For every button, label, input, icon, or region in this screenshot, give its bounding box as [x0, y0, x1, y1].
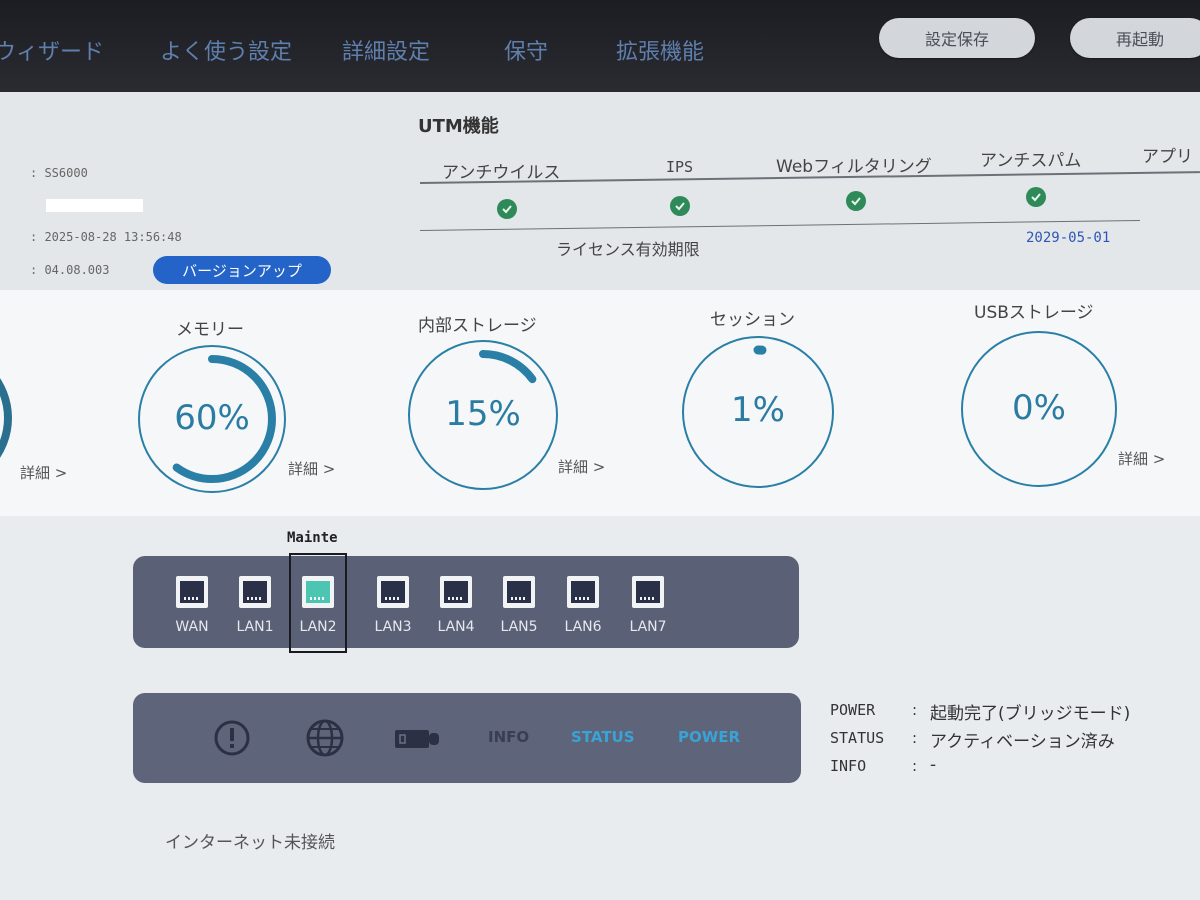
port-lan2[interactable] — [300, 576, 336, 608]
usb-icon — [395, 730, 439, 748]
check-icon — [846, 191, 866, 211]
port-label-wan: WAN — [175, 619, 209, 635]
status-led-info: INFO — [488, 728, 530, 746]
utm-col-app: アプリ — [1142, 147, 1193, 167]
gauge-label-session: セッション — [710, 310, 795, 330]
port-lan6[interactable] — [565, 576, 601, 608]
port-label-lan6: LAN6 — [564, 619, 602, 635]
status-value-power: 起動完了(ブリッジモード) — [930, 704, 1131, 724]
check-icon — [497, 199, 517, 219]
status-led-power: POWER — [678, 728, 741, 746]
gauge-value-usb-storage: 0% — [1012, 388, 1066, 428]
detail-link-internal-storage[interactable]: 詳細 > — [558, 456, 605, 477]
redacted-field — [46, 199, 143, 212]
status-led-status: STATUS — [571, 728, 635, 746]
nav-advanced-settings[interactable]: 詳細設定 — [342, 34, 430, 66]
check-icon — [1026, 187, 1046, 207]
globe-icon — [306, 719, 344, 757]
port-label-lan4: LAN4 — [437, 619, 475, 635]
nav-wizard[interactable]: ウィザード — [0, 34, 104, 66]
port-lan3[interactable] — [375, 576, 411, 608]
nav-extensions[interactable]: 拡張機能 — [616, 34, 704, 66]
detail-link-memory[interactable]: 詳細 > — [288, 458, 335, 479]
license-expiry-date: 2029-05-01 — [1026, 230, 1111, 246]
gauge-value-session: 1% — [731, 390, 785, 430]
ethernet-port-icon — [632, 576, 664, 608]
status-key-info: INFO — [830, 757, 867, 775]
ethernet-port-icon — [239, 576, 271, 608]
port-lan5[interactable] — [501, 576, 537, 608]
reboot-button[interactable]: 再起動 — [1070, 18, 1200, 58]
license-expiry-label: ライセンス有効期限 — [556, 240, 700, 259]
detail-link-usb-storage[interactable]: 詳細 > — [1118, 448, 1165, 469]
nav-maintenance[interactable]: 保守 — [504, 34, 548, 66]
status-value-status: アクティベーション済み — [930, 732, 1115, 752]
gauge-label-usb-storage: USBストレージ — [974, 303, 1094, 323]
gauge-offscreen-left — [0, 378, 12, 458]
utm-col-web-filtering: Webフィルタリング — [776, 157, 932, 177]
top-navigation-bar: ウィザード よく使う設定 詳細設定 保守 拡張機能 設定保存 再起動 — [0, 0, 1200, 92]
utm-col-ips: IPS — [666, 158, 694, 176]
firmware-version: : 04.08.003 — [30, 263, 110, 277]
nav-frequent-settings[interactable]: よく使う設定 — [160, 34, 292, 66]
port-lan7[interactable] — [630, 576, 666, 608]
device-datetime: : 2025-08-28 13:56:48 — [30, 230, 182, 244]
version-up-button[interactable]: バージョンアップ — [153, 256, 331, 284]
port-lan1[interactable] — [237, 576, 273, 608]
device-model: : SS6000 — [30, 166, 88, 180]
gauge-value-internal-storage: 15% — [445, 394, 521, 434]
internet-connection-status: インターネット未接続 — [165, 833, 335, 853]
mainte-label: Mainte — [287, 530, 338, 546]
ethernet-port-icon — [440, 576, 472, 608]
ethernet-port-icon — [302, 576, 334, 608]
status-key-power: POWER — [830, 701, 876, 719]
utm-col-antispam: アンチスパム — [980, 151, 1082, 171]
gauge-label-memory: メモリー — [176, 320, 244, 340]
ethernet-port-icon — [176, 576, 208, 608]
port-wan[interactable] — [174, 576, 210, 608]
ethernet-port-icon — [503, 576, 535, 608]
detail-link-left[interactable]: 詳細 > — [20, 462, 67, 483]
gauge-label-internal-storage: 内部ストレージ — [418, 316, 537, 336]
check-icon — [670, 196, 690, 216]
gauge-value-memory: 60% — [174, 398, 250, 438]
utm-col-antivirus: アンチウイルス — [442, 163, 561, 183]
status-colon-power: : — [912, 701, 918, 719]
utm-title: UTM機能 — [418, 116, 499, 137]
port-label-lan3: LAN3 — [374, 619, 412, 635]
port-label-lan5: LAN5 — [500, 619, 538, 635]
alert-icon — [214, 720, 250, 756]
status-colon-status: : — [912, 729, 918, 747]
port-label-lan7: LAN7 — [629, 619, 667, 635]
port-label-lan2: LAN2 — [299, 619, 337, 635]
status-value-info: - — [930, 755, 937, 775]
ethernet-port-icon — [377, 576, 409, 608]
status-colon-info: : — [912, 757, 918, 775]
ethernet-port-icon — [567, 576, 599, 608]
save-settings-button[interactable]: 設定保存 — [879, 18, 1035, 58]
status-key-status: STATUS — [830, 729, 885, 747]
port-label-lan1: LAN1 — [236, 619, 274, 635]
port-lan4[interactable] — [438, 576, 474, 608]
